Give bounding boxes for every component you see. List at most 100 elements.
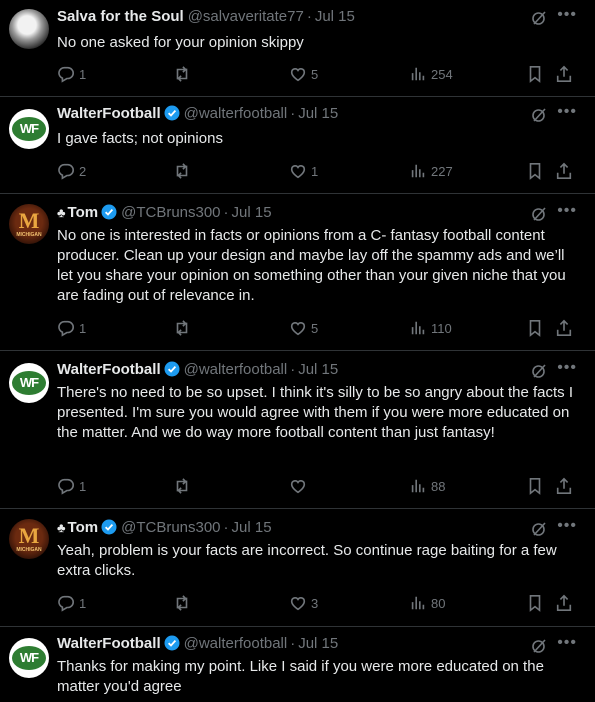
grok-icon[interactable]	[531, 107, 547, 123]
share-button[interactable]	[555, 593, 573, 613]
verified-badge-icon[interactable]	[164, 361, 180, 377]
grok-icon[interactable]	[531, 206, 547, 222]
timestamp[interactable]: Jul 15	[298, 105, 338, 122]
bookmark-button[interactable]	[526, 64, 544, 84]
views-count: 80	[431, 595, 446, 611]
repost-button[interactable]	[173, 318, 195, 338]
views-count: 88	[431, 478, 446, 494]
share-button[interactable]	[555, 64, 573, 84]
handle[interactable]: @walterfootball	[184, 361, 288, 378]
avatar[interactable]: WF	[9, 363, 49, 403]
reply-button[interactable]: 1	[57, 64, 86, 84]
reply-button[interactable]: 1	[57, 476, 86, 496]
more-options-icon[interactable]: •••	[557, 517, 577, 535]
display-name[interactable]: WalterFootball	[57, 105, 161, 122]
handle[interactable]: @walterfootball	[184, 635, 288, 652]
handle[interactable]: @TCBruns300	[121, 519, 220, 536]
views-button[interactable]: 80	[409, 593, 445, 613]
avatar[interactable]: M MICHIGAN	[9, 519, 49, 559]
display-name[interactable]: Tom	[68, 204, 99, 221]
grok-icon[interactable]	[531, 638, 547, 654]
avatar-logo-text: MICHIGAN	[16, 547, 42, 553]
display-name[interactable]: Salva for the Soul	[57, 8, 184, 25]
tweet[interactable]: M MICHIGAN ♣ Tom @TCBruns300 · Jul 15 ••• Yea…	[0, 509, 595, 627]
bookmark-icon	[529, 477, 541, 495]
tweet[interactable]: Salva for the Soul @salvaveritate77 · Jul 1…	[0, 0, 595, 97]
bookmark-icon	[529, 319, 541, 337]
timestamp[interactable]: Jul 15	[232, 204, 272, 221]
tweet[interactable]: WF WalterFootball @walterfootball · Jul 15 …	[0, 351, 595, 509]
bookmark-button[interactable]	[526, 161, 544, 181]
like-button[interactable]: 5	[289, 318, 318, 338]
views-icon	[411, 67, 425, 81]
avatar-logo-text: WF	[12, 117, 46, 141]
repost-button[interactable]	[173, 64, 195, 84]
timestamp[interactable]: Jul 15	[315, 8, 355, 25]
views-button[interactable]: 88	[409, 476, 445, 496]
share-button[interactable]	[555, 318, 573, 338]
timestamp[interactable]: Jul 15	[232, 519, 272, 536]
like-button[interactable]: 5	[289, 64, 318, 84]
share-button[interactable]	[555, 161, 573, 181]
reply-count: 1	[79, 320, 87, 336]
reply-icon	[58, 595, 74, 612]
more-options-icon[interactable]: •••	[557, 359, 577, 377]
reply-button[interactable]: 2	[57, 161, 86, 181]
reply-button[interactable]: 1	[57, 318, 86, 338]
display-name[interactable]: Tom	[68, 519, 99, 536]
verified-badge-icon[interactable]	[101, 204, 117, 220]
like-count: 5	[311, 66, 319, 82]
grok-icon[interactable]	[531, 363, 547, 379]
like-count: 5	[311, 320, 319, 336]
handle[interactable]: @walterfootball	[184, 105, 288, 122]
verified-badge-icon[interactable]	[164, 105, 180, 121]
reply-button[interactable]: 1	[57, 593, 86, 613]
timestamp[interactable]: Jul 15	[298, 635, 338, 652]
bookmark-button[interactable]	[526, 476, 544, 496]
bookmark-button[interactable]	[526, 318, 544, 338]
views-button[interactable]: 254	[409, 64, 453, 84]
reply-count: 1	[79, 478, 87, 494]
views-button[interactable]: 227	[409, 161, 453, 181]
like-button[interactable]: 3	[289, 593, 318, 613]
repost-button[interactable]	[173, 476, 195, 496]
separator-dot: ·	[290, 635, 296, 652]
tweet-text: Thanks for making my point. Like I said …	[57, 658, 544, 695]
display-name[interactable]: WalterFootball	[57, 361, 161, 378]
more-options-icon[interactable]: •••	[557, 6, 577, 24]
more-options-icon[interactable]: •••	[557, 202, 577, 220]
share-icon	[556, 319, 572, 337]
avatar[interactable]: M MICHIGAN	[9, 204, 49, 244]
share-button[interactable]	[555, 476, 573, 496]
avatar[interactable]: WF	[9, 109, 49, 149]
repost-button[interactable]	[173, 161, 195, 181]
tweet[interactable]: M MICHIGAN ♣ Tom @TCBruns300 · Jul 15 ••• No …	[0, 194, 595, 351]
tweet[interactable]: WF WalterFootball @walterfootball · Jul 15 …	[0, 627, 595, 702]
tweet[interactable]: WF WalterFootball @walterfootball · Jul 15 …	[0, 97, 595, 194]
handle[interactable]: @TCBruns300	[121, 204, 220, 221]
action-bar: 1 5 254	[57, 64, 583, 84]
reply-count: 1	[79, 595, 87, 611]
like-button[interactable]: 1	[289, 161, 318, 181]
grok-icon[interactable]	[531, 521, 547, 537]
display-name[interactable]: WalterFootball	[57, 635, 161, 652]
repost-button[interactable]	[173, 593, 195, 613]
avatar-logo-letter: M	[18, 208, 40, 233]
more-options-icon[interactable]: •••	[557, 103, 577, 121]
views-button[interactable]: 110	[409, 318, 452, 338]
handle[interactable]: @salvaveritate77	[188, 8, 304, 25]
more-options-icon[interactable]: •••	[557, 634, 577, 652]
views-count: 254	[431, 66, 453, 82]
verified-badge-icon[interactable]	[101, 519, 117, 535]
like-button[interactable]	[289, 476, 311, 496]
views-count: 227	[431, 163, 453, 179]
bookmark-button[interactable]	[526, 593, 544, 613]
avatar-logo-letter: M	[18, 523, 40, 548]
avatar[interactable]: WF	[9, 638, 49, 678]
avatar[interactable]	[9, 9, 49, 49]
timestamp[interactable]: Jul 15	[298, 361, 338, 378]
separator-dot: ·	[223, 519, 229, 536]
separator-dot: ·	[290, 105, 296, 122]
verified-badge-icon[interactable]	[164, 635, 180, 651]
grok-icon[interactable]	[531, 10, 547, 26]
